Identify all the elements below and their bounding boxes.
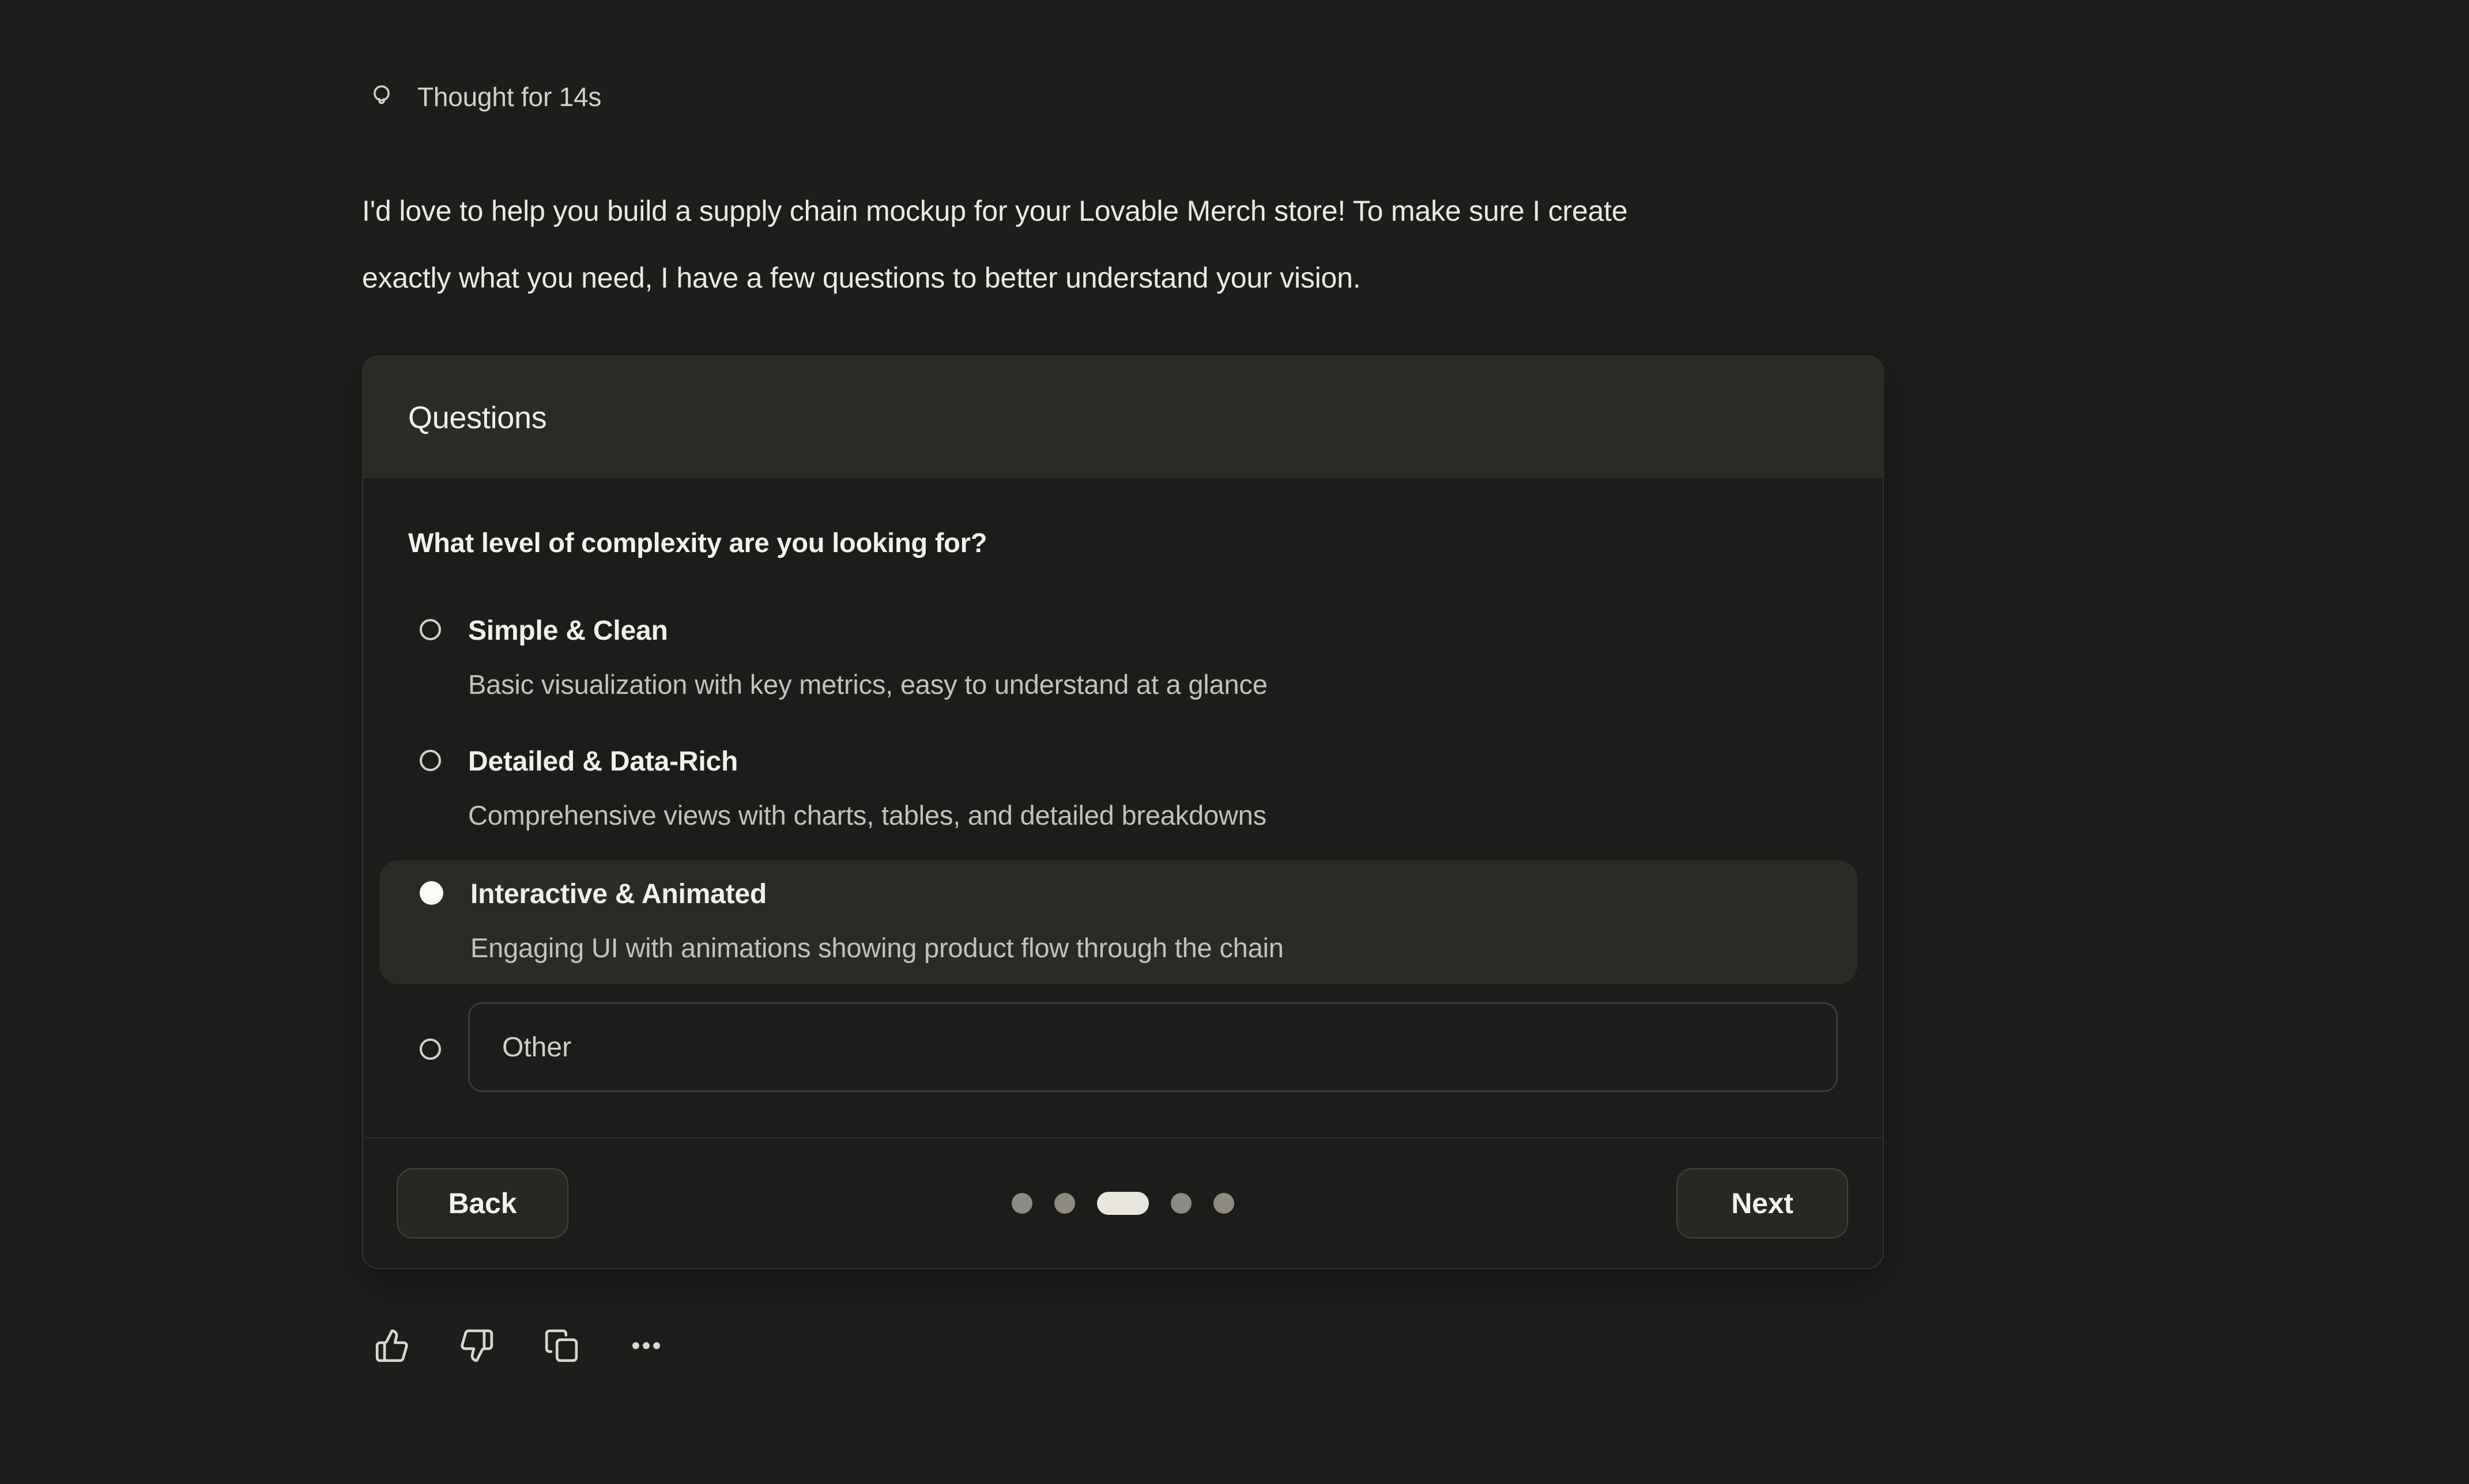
options-list: Simple & Clean Basic visualization with … xyxy=(408,614,1838,1092)
thumbs-down-icon xyxy=(459,1328,495,1364)
progress-dot-4 xyxy=(1171,1193,1192,1214)
question-text: What level of complexity are you looking… xyxy=(408,527,1838,559)
option-other[interactable] xyxy=(408,1002,1838,1092)
copy-icon xyxy=(544,1328,579,1364)
option-text: Interactive & Animated Engaging UI with … xyxy=(470,878,1284,965)
thought-row[interactable]: Thought for 14s xyxy=(367,81,601,113)
progress-dot-3-active xyxy=(1097,1192,1149,1215)
option-text: Simple & Clean Basic visualization with … xyxy=(468,614,1268,701)
thumbs-up-button[interactable] xyxy=(374,1328,410,1364)
radio-unselected-icon[interactable] xyxy=(420,619,441,640)
questions-card-body: What level of complexity are you looking… xyxy=(363,478,1883,1137)
radio-unselected-icon[interactable] xyxy=(420,750,441,771)
more-options-button[interactable] xyxy=(628,1328,664,1364)
option-detailed-data-rich[interactable]: Detailed & Data-Rich Comprehensive views… xyxy=(408,745,1838,832)
progress-dot-1 xyxy=(1012,1193,1032,1214)
option-title: Detailed & Data-Rich xyxy=(468,745,1266,779)
message-actions xyxy=(374,1328,664,1364)
progress-dot-2 xyxy=(1054,1193,1075,1214)
other-option-input[interactable] xyxy=(468,1002,1838,1092)
thumbs-up-icon xyxy=(374,1328,410,1364)
option-title: Simple & Clean xyxy=(468,614,1268,648)
next-button[interactable]: Next xyxy=(1676,1168,1848,1238)
more-horizontal-icon xyxy=(628,1328,664,1364)
back-button[interactable]: Back xyxy=(397,1168,568,1238)
questions-card-footer: Back Next xyxy=(363,1137,1883,1268)
option-interactive-animated-selected[interactable]: Interactive & Animated Engaging UI with … xyxy=(379,860,1857,984)
option-simple-clean[interactable]: Simple & Clean Basic visualization with … xyxy=(408,614,1838,701)
option-description: Basic visualization with key metrics, ea… xyxy=(468,668,1268,701)
progress-dot-5 xyxy=(1213,1193,1234,1214)
option-description: Engaging UI with animations showing prod… xyxy=(470,931,1284,965)
card-title: Questions xyxy=(408,400,546,436)
lightbulb-icon xyxy=(367,81,397,113)
assistant-message: I'd love to help you build a supply chai… xyxy=(362,178,1627,311)
progress-indicator xyxy=(1012,1192,1234,1215)
questions-card-header: Questions xyxy=(363,357,1883,478)
radio-unselected-icon[interactable] xyxy=(420,1039,441,1060)
radio-selected-icon[interactable] xyxy=(420,881,443,905)
option-text: Detailed & Data-Rich Comprehensive views… xyxy=(468,745,1266,832)
option-title: Interactive & Animated xyxy=(470,878,1284,911)
message-line-1: I'd love to help you build a supply chai… xyxy=(362,178,1627,244)
thumbs-down-button[interactable] xyxy=(459,1328,495,1364)
option-description: Comprehensive views with charts, tables,… xyxy=(468,799,1266,832)
message-line-2: exactly what you need, I have a few ques… xyxy=(362,244,1627,311)
chat-page: Thought for 14s I'd love to help you bui… xyxy=(0,0,2469,1484)
thought-label: Thought for 14s xyxy=(417,81,601,113)
copy-button[interactable] xyxy=(544,1328,579,1364)
questions-card: Questions What level of complexity are y… xyxy=(362,356,1884,1269)
